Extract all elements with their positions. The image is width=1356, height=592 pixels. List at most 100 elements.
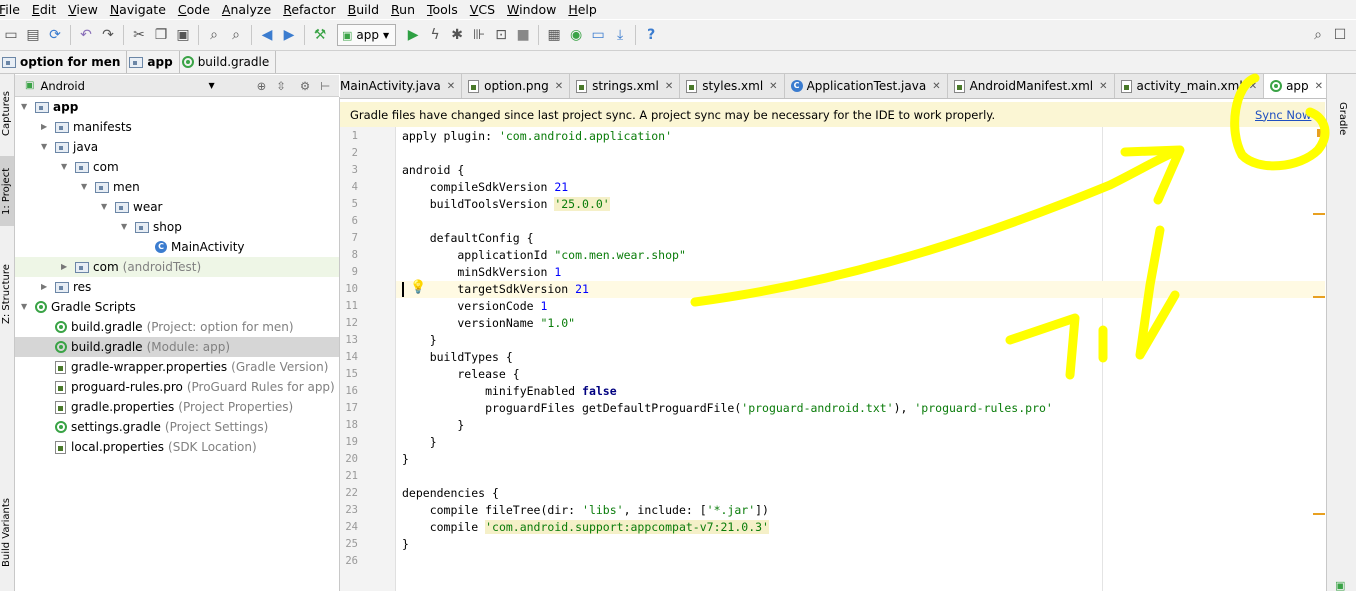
- project-structure-icon[interactable]: ▦: [544, 25, 564, 45]
- code-line[interactable]: minifyEnabled false: [402, 383, 617, 400]
- tree-item[interactable]: build.gradle (Project: option for men): [15, 317, 339, 337]
- tree-item[interactable]: ▼ app: [15, 97, 339, 117]
- menu-refactor[interactable]: Refactor: [283, 0, 341, 19]
- tree-item[interactable]: settings.gradle (Project Settings): [15, 417, 339, 437]
- help-icon[interactable]: ?: [641, 25, 661, 45]
- close-icon[interactable]: ✕: [1099, 81, 1107, 92]
- code-line[interactable]: }: [402, 417, 464, 434]
- user-icon[interactable]: ☐: [1330, 25, 1350, 45]
- code-line[interactable]: }: [402, 332, 437, 349]
- tree-item[interactable]: ▼ Gradle Scripts: [15, 297, 339, 317]
- menu-navigate[interactable]: Navigate: [110, 0, 172, 19]
- replace-icon[interactable]: ⌕: [226, 25, 246, 45]
- copy-icon[interactable]: ❐: [151, 25, 171, 45]
- tree-item[interactable]: local.properties (SDK Location): [15, 437, 339, 457]
- gear-icon[interactable]: ⚙: [300, 79, 310, 93]
- redo-icon[interactable]: ↷: [98, 25, 118, 45]
- menu-window[interactable]: Window: [507, 0, 562, 19]
- expand-down-icon[interactable]: ▼: [21, 297, 31, 317]
- cut-icon[interactable]: ✂: [129, 25, 149, 45]
- code-line[interactable]: }: [402, 451, 409, 468]
- search-everywhere-icon[interactable]: ⌕: [1308, 25, 1328, 45]
- editor-tab[interactable]: strings.xml ✕: [570, 74, 681, 98]
- expand-down-icon[interactable]: ▼: [81, 177, 91, 197]
- save-icon[interactable]: ▤: [23, 25, 43, 45]
- tree-item[interactable]: build.gradle (Module: app): [15, 337, 339, 357]
- close-icon[interactable]: ✕: [932, 81, 940, 92]
- run-config-dropdown[interactable]: ▣ app ▼: [337, 24, 397, 46]
- tree-item[interactable]: ▼ java: [15, 137, 339, 157]
- menu-code[interactable]: Code: [178, 0, 216, 19]
- tool-tab-structure[interactable]: Z: Structure: [0, 254, 14, 334]
- find-icon[interactable]: ⌕: [204, 25, 224, 45]
- tool-tab-build-variants[interactable]: Build Variants: [0, 488, 14, 578]
- sdk-manager-icon[interactable]: ⤓: [610, 25, 630, 45]
- expand-down-icon[interactable]: ▼: [21, 97, 31, 117]
- code-line[interactable]: proguardFiles getDefaultProguardFile('pr…: [402, 400, 1053, 417]
- menu-file[interactable]: File: [0, 0, 26, 19]
- editor-tab[interactable]: C ApplicationTest.java ✕: [785, 74, 948, 98]
- code-line[interactable]: buildToolsVersion '25.0.0': [402, 196, 610, 213]
- code-line[interactable]: buildTypes {: [402, 349, 513, 366]
- forward-icon[interactable]: ▶: [279, 25, 299, 45]
- breadcrumb-module[interactable]: app: [127, 51, 180, 73]
- code-line[interactable]: android {: [402, 162, 464, 179]
- sync-gradle-icon[interactable]: ◉: [566, 25, 586, 45]
- sync-icon[interactable]: ⟳: [45, 25, 65, 45]
- open-icon[interactable]: ▭: [1, 25, 21, 45]
- editor-tab[interactable]: app ✕: [1264, 74, 1331, 98]
- menu-vcs[interactable]: VCS: [470, 0, 501, 19]
- close-icon[interactable]: ✕: [1315, 81, 1323, 92]
- close-icon[interactable]: ✕: [1249, 81, 1257, 92]
- tree-item[interactable]: proguard-rules.pro (ProGuard Rules for ap…: [15, 377, 339, 397]
- close-icon[interactable]: ✕: [769, 81, 777, 92]
- tool-tab-gradle[interactable]: Gradle: [1335, 94, 1349, 144]
- warning-marker[interactable]: [1313, 296, 1325, 298]
- code-line[interactable]: apply plugin: 'com.android.application': [402, 128, 672, 145]
- close-icon[interactable]: ✕: [665, 81, 673, 92]
- warning-marker[interactable]: [1313, 213, 1325, 215]
- code-line[interactable]: release {: [402, 366, 519, 383]
- expand-right-icon[interactable]: ▶: [61, 257, 71, 277]
- paste-icon[interactable]: ▣: [173, 25, 193, 45]
- breadcrumb-project[interactable]: option for men: [0, 51, 128, 73]
- close-icon[interactable]: ✕: [555, 81, 563, 92]
- editor-tab[interactable]: option.png ✕: [462, 74, 571, 98]
- tree-item[interactable]: ▼ com: [15, 157, 339, 177]
- menu-help[interactable]: Help: [568, 0, 603, 19]
- tree-item[interactable]: ▼ shop: [15, 217, 339, 237]
- menu-tools[interactable]: Tools: [427, 0, 464, 19]
- menu-analyze[interactable]: Analyze: [222, 0, 277, 19]
- code-line[interactable]: defaultConfig {: [402, 230, 534, 247]
- breadcrumb-file[interactable]: build.gradle: [180, 51, 277, 73]
- tree-item[interactable]: ▶ res: [15, 277, 339, 297]
- code-line[interactable]: dependencies {: [402, 485, 499, 502]
- collapse-all-icon[interactable]: ⇳: [276, 79, 286, 93]
- make-project-icon[interactable]: ⚒: [310, 25, 330, 45]
- menu-build[interactable]: Build: [348, 0, 385, 19]
- warning-marker[interactable]: [1313, 513, 1325, 515]
- code-line[interactable]: versionName "1.0": [402, 315, 575, 332]
- editor-tab[interactable]: styles.xml ✕: [680, 74, 785, 98]
- expand-down-icon[interactable]: ▼: [61, 157, 71, 177]
- code-line[interactable]: compileSdkVersion 21: [402, 179, 569, 196]
- code-line[interactable]: compile 'com.android.support:appcompat-v…: [402, 519, 769, 536]
- back-icon[interactable]: ◀: [257, 25, 277, 45]
- editor-tab[interactable]: activity_main.xml ✕: [1115, 74, 1265, 98]
- code-line[interactable]: }: [402, 434, 437, 451]
- avd-manager-icon[interactable]: ▭: [588, 25, 608, 45]
- tree-item[interactable]: ▶ manifests: [15, 117, 339, 137]
- tree-item[interactable]: gradle-wrapper.properties (Gradle Version…: [15, 357, 339, 377]
- code-line[interactable]: targetSdkVersion 21: [402, 281, 589, 298]
- menu-view[interactable]: View: [68, 0, 104, 19]
- expand-right-icon[interactable]: ▶: [41, 277, 51, 297]
- editor-tab[interactable]: MainActivity.java ✕: [340, 74, 463, 98]
- hide-panel-icon[interactable]: ⊢: [320, 79, 330, 93]
- close-icon[interactable]: ✕: [447, 81, 455, 92]
- profile-icon[interactable]: ⊪: [469, 25, 489, 45]
- menu-run[interactable]: Run: [391, 0, 421, 19]
- tool-tab-captures[interactable]: Captures: [0, 84, 14, 144]
- undo-icon[interactable]: ↶: [76, 25, 96, 45]
- expand-down-icon[interactable]: ▼: [121, 217, 131, 237]
- tree-item[interactable]: gradle.properties (Project Properties): [15, 397, 339, 417]
